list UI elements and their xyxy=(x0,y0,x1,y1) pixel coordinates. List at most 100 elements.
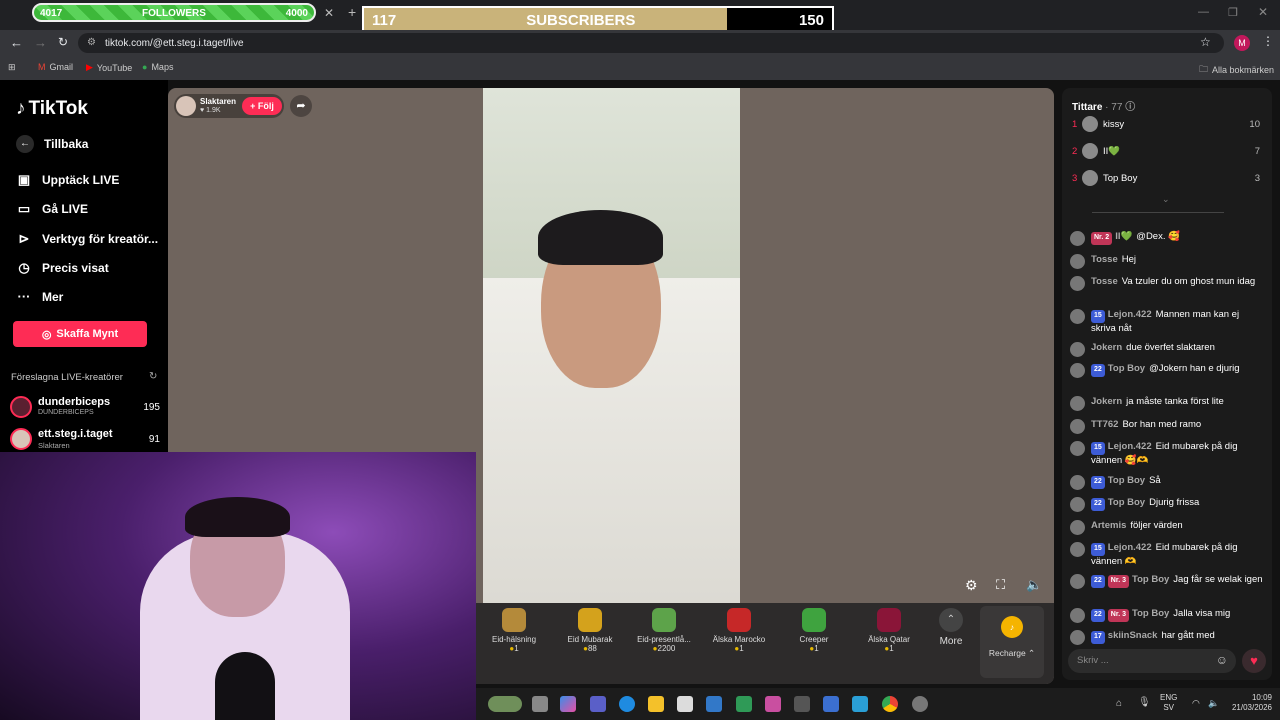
info-icon[interactable]: ⓘ xyxy=(1125,102,1135,113)
reload-icon[interactable]: ↻ xyxy=(58,35,68,49)
gift-item[interactable]: Eid Mubarak ●88 xyxy=(554,608,626,653)
chrome-icon[interactable] xyxy=(882,696,898,712)
tiktok-logo[interactable]: ♪ TikTok xyxy=(16,98,88,120)
collapse-chevron-icon[interactable]: ⌄ xyxy=(1162,194,1170,205)
get-coins-button[interactable]: ◎ Skaffa Mynt xyxy=(13,321,147,347)
top-viewer-row[interactable]: 3 Top Boy 3 xyxy=(1072,170,1260,188)
chat-username[interactable]: Jokern xyxy=(1091,396,1122,407)
suggested-creator[interactable]: ett.steg.i.taget Slaktaren 91 xyxy=(10,428,160,452)
chat-input[interactable]: Skriv ... ☺ xyxy=(1068,649,1236,673)
forward-arrow-icon[interactable]: → xyxy=(34,35,47,50)
more-gifts-button[interactable]: ⌃ More xyxy=(915,608,987,647)
chat-username[interactable]: ΙΙ💚 xyxy=(1115,231,1132,242)
mail-icon[interactable] xyxy=(706,696,722,712)
avatar[interactable] xyxy=(1070,363,1085,378)
chat-username[interactable]: Top Boy xyxy=(1132,608,1169,619)
apps-grid-icon[interactable]: ⊞ xyxy=(8,62,16,73)
gift-item[interactable]: Creeper ●1 xyxy=(778,608,850,653)
clock[interactable]: 10:09 21/03/2026 xyxy=(1226,693,1272,713)
chat-username[interactable]: Tosse xyxy=(1091,276,1118,287)
avatar[interactable] xyxy=(1070,608,1085,623)
settings-gear-icon[interactable]: ⚙ xyxy=(965,577,978,594)
file-explorer-icon[interactable] xyxy=(648,696,664,712)
gift-item[interactable]: Eid-presentlå... ●2200 xyxy=(628,608,700,653)
browser-menu-icon[interactable]: ⋮ xyxy=(1262,34,1274,48)
avatar[interactable] xyxy=(1070,231,1085,246)
avatar[interactable] xyxy=(1070,520,1085,535)
shield-icon[interactable] xyxy=(736,696,752,712)
photos-icon[interactable] xyxy=(852,696,868,712)
url-field[interactable]: ⚙ tiktok.com/@ett.steg.i.taget/live ☆ xyxy=(78,33,1224,53)
chat-username[interactable]: Tosse xyxy=(1091,254,1118,265)
mic-icon[interactable]: 🎙 xyxy=(1138,697,1151,708)
teams-icon[interactable] xyxy=(590,696,606,712)
bookmark-gmail[interactable]: M Gmail xyxy=(38,62,73,72)
obs-icon[interactable] xyxy=(912,696,928,712)
speaker-icon[interactable]: 🔈 xyxy=(1208,698,1219,709)
remote-icon[interactable] xyxy=(823,696,839,712)
top-viewer-row[interactable]: 1 kissy 10 xyxy=(1072,116,1260,134)
nav-go-live[interactable]: ▭ Gå LIVE xyxy=(16,201,88,217)
top-viewer-row[interactable]: 2 ΙΙ💚 7 xyxy=(1072,143,1260,161)
cube-icon[interactable] xyxy=(794,696,810,712)
avatar[interactable] xyxy=(1070,276,1085,291)
chat-username[interactable]: skiinSnack xyxy=(1108,630,1158,641)
gift-item[interactable]: Älska Marocko ●1 xyxy=(703,608,775,653)
all-bookmarks[interactable]: 🗀 Alla bokmärken xyxy=(1199,62,1274,78)
emoji-icon[interactable]: ☺ xyxy=(1216,653,1228,667)
back-link[interactable]: ← Tillbaka xyxy=(16,135,88,153)
maximize-icon[interactable]: ❐ xyxy=(1228,6,1238,19)
new-tab-icon[interactable]: + xyxy=(348,4,356,20)
widgets-icon[interactable] xyxy=(488,696,522,712)
chat-username[interactable]: Artemis xyxy=(1091,520,1126,531)
share-icon[interactable]: ➦ xyxy=(290,95,312,117)
close-tab-icon[interactable]: ✕ xyxy=(324,6,334,20)
bookmark-star-icon[interactable]: ☆ xyxy=(1200,35,1211,49)
chat-username[interactable]: Top Boy xyxy=(1108,363,1145,374)
avatar[interactable] xyxy=(1070,542,1085,557)
wifi-icon[interactable]: ◠ xyxy=(1192,698,1200,709)
gift-item[interactable]: Eid-hälsning ●1 xyxy=(478,608,550,653)
avatar[interactable] xyxy=(1070,396,1085,411)
like-heart-button[interactable]: ♥ xyxy=(1242,649,1266,673)
volume-icon[interactable]: 🔈 xyxy=(1026,577,1042,593)
chat-username[interactable]: Top Boy xyxy=(1132,574,1169,585)
task-view-icon[interactable] xyxy=(532,696,548,712)
bookmark-maps[interactable]: ● Maps xyxy=(142,62,173,72)
edge-icon[interactable] xyxy=(619,696,635,712)
avatar[interactable] xyxy=(1070,254,1085,269)
avatar[interactable] xyxy=(1070,574,1085,589)
recharge-button[interactable]: ♪ Recharge ⌃ xyxy=(980,606,1044,678)
avatar[interactable] xyxy=(1070,419,1085,434)
language-indicator[interactable]: ENG SV xyxy=(1160,693,1177,713)
nav-more[interactable]: ··· Mer xyxy=(16,289,64,304)
nav-recently-viewed[interactable]: ◷ Precis visat xyxy=(16,260,108,276)
host-card[interactable]: Slaktaren ♥ 1.9K + Följ xyxy=(174,94,284,118)
chat-username[interactable]: Lejon.422 xyxy=(1108,441,1152,452)
network-icon[interactable]: ⌂ xyxy=(1116,698,1122,709)
avatar[interactable] xyxy=(1070,497,1085,512)
fullscreen-icon[interactable]: ⛶ xyxy=(996,577,1005,593)
avatar[interactable] xyxy=(1070,630,1085,645)
minimize-icon[interactable]: — xyxy=(1198,6,1209,18)
profile-avatar[interactable]: M xyxy=(1234,35,1250,51)
window-close-icon[interactable]: ✕ xyxy=(1258,5,1268,19)
chat-username[interactable]: Jokern xyxy=(1091,342,1122,353)
chat-username[interactable]: Top Boy xyxy=(1108,497,1145,508)
refresh-icon[interactable]: ↻ xyxy=(149,371,157,382)
bookmark-youtube[interactable]: ▶ YouTube xyxy=(86,62,132,73)
copilot-icon[interactable] xyxy=(560,696,576,712)
avatar[interactable] xyxy=(1070,441,1085,456)
chat-username[interactable]: Lejon.422 xyxy=(1108,542,1152,553)
back-arrow-icon[interactable]: ← xyxy=(10,35,23,50)
avatar[interactable] xyxy=(1070,309,1085,324)
avatar[interactable] xyxy=(1070,342,1085,357)
site-info-icon[interactable]: ⚙ xyxy=(87,37,96,48)
chat-username[interactable]: Top Boy xyxy=(1108,475,1145,486)
nav-discover-live[interactable]: ▣ Upptäck LIVE xyxy=(16,172,120,188)
avatar[interactable] xyxy=(1070,475,1085,490)
store-icon[interactable] xyxy=(677,696,693,712)
chat-username[interactable]: TT762 xyxy=(1091,419,1118,430)
app-icon[interactable] xyxy=(765,696,781,712)
follow-button[interactable]: + Följ xyxy=(242,97,282,115)
